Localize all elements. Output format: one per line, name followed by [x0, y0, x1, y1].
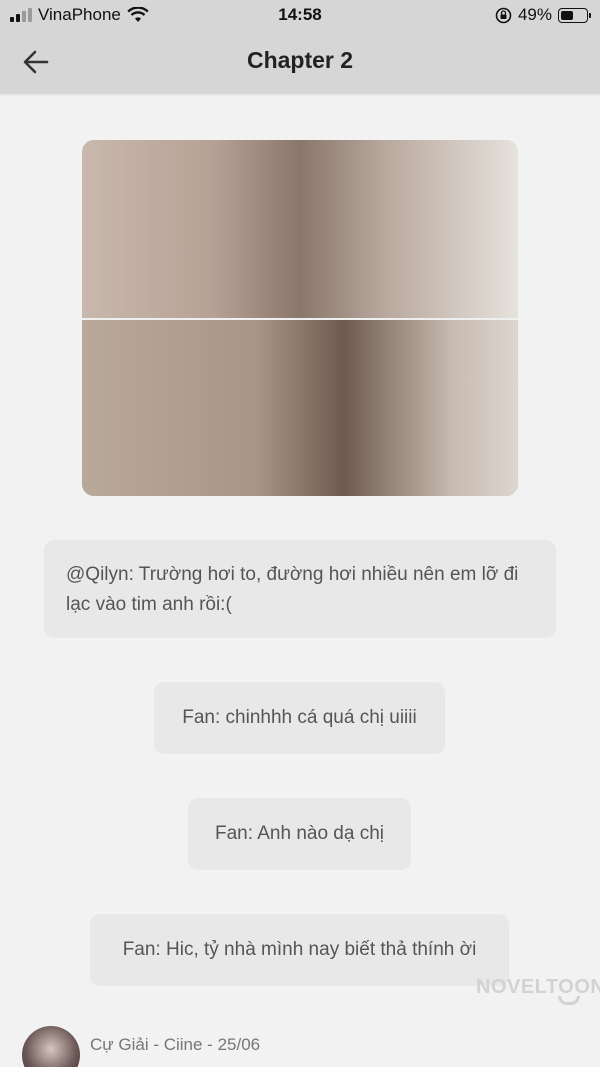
- battery-icon: [558, 7, 591, 23]
- page-title: Chapter 2: [246, 47, 354, 73]
- noveltoon-watermark: NOVELTOON: [476, 976, 600, 998]
- photo-bottom-panel: [82, 320, 518, 496]
- chat-bubble: @Qilyn: Trường hơi to, đường hơi nhiều n…: [44, 540, 556, 638]
- status-bar: VinaPhone 14:58 49%: [0, 0, 600, 30]
- author-row[interactable]: Cự Giải - Ciine - 25/06: [22, 1026, 260, 1067]
- chat-bubble: Fan: Anh nào dạ chị: [188, 798, 411, 870]
- chat-bubble: Fan: Hic, tỷ nhà mình nay biết thả thính…: [90, 914, 509, 986]
- battery-percent: 49%: [517, 5, 552, 24]
- chat-bubble: Fan: chinhhh cá quá chị uiiii: [154, 682, 445, 754]
- orientation-lock-icon: [495, 7, 512, 23]
- status-right: 49%: [495, 5, 591, 25]
- chapter-image[interactable]: [82, 140, 518, 496]
- watermark-smile-icon: [558, 996, 580, 1005]
- battery-fill: [561, 10, 573, 20]
- author-line: Cự Giải - Ciine - 25/06: [90, 1035, 261, 1054]
- photo-top-panel: [82, 140, 518, 318]
- avatar[interactable]: [22, 1026, 80, 1067]
- top-app-bar: Chapter 2: [0, 30, 600, 94]
